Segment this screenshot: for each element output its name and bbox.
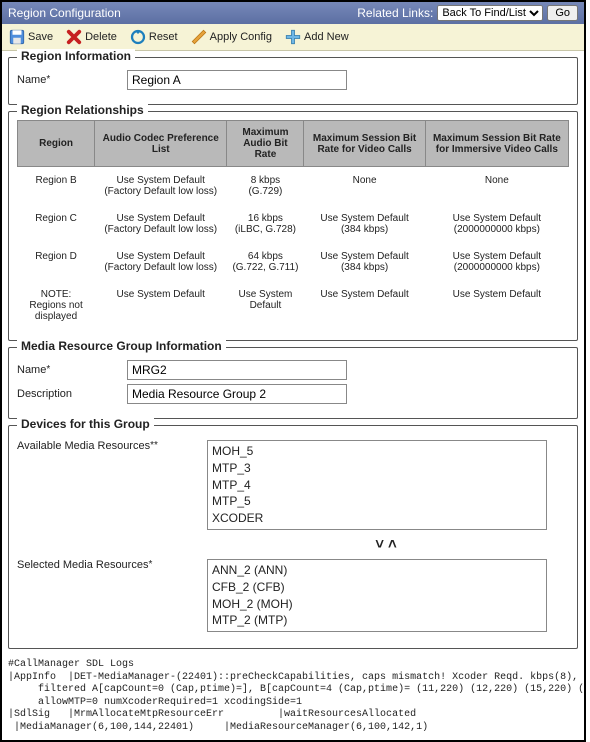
region-name-label: Name* — [17, 74, 127, 86]
reset-button[interactable]: Reset — [129, 28, 178, 46]
delete-button[interactable]: Delete — [65, 28, 117, 46]
mrg-legend: Media Resource Group Information — [17, 339, 226, 353]
table-row: Region CUse System Default(Factory Defau… — [18, 205, 569, 243]
region-relationships-fieldset: Region Relationships Region Audio Codec … — [8, 111, 578, 341]
add-new-icon — [284, 28, 302, 46]
reset-icon — [129, 28, 147, 46]
title-bar: Region Configuration Related Links: Back… — [2, 2, 584, 24]
col-video-bit: Maximum Session Bit Rate for Video Calls — [304, 121, 425, 167]
list-item[interactable]: MOH_5 — [212, 443, 542, 460]
selected-media-resources-list[interactable]: ANN_2 (ANN)CFB_2 (CFB)MOH_2 (MOH)MTP_2 (… — [207, 559, 547, 632]
available-media-resources-list[interactable]: MOH_5MTP_3MTP_4MTP_5XCODER — [207, 440, 547, 530]
page-title: Region Configuration — [8, 6, 121, 20]
list-item[interactable]: MTP_4 — [212, 477, 542, 494]
list-item[interactable]: MTP_5 — [212, 493, 542, 510]
apply-config-button[interactable]: Apply Config — [190, 28, 272, 46]
mrg-fieldset: Media Resource Group Information Name* D… — [8, 347, 578, 419]
region-name-input[interactable] — [127, 70, 347, 90]
delete-icon — [65, 28, 83, 46]
mrg-name-input[interactable] — [127, 360, 347, 380]
related-links-label: Related Links: — [357, 6, 433, 20]
apply-config-icon — [190, 28, 208, 46]
add-new-button[interactable]: Add New — [284, 28, 349, 46]
move-arrows[interactable]: ˅˄ — [207, 536, 569, 553]
mrg-name-label: Name* — [17, 364, 127, 376]
sdl-logs: #CallManager SDL Logs |AppInfo |DET-Medi… — [2, 655, 584, 740]
list-item[interactable]: MTP_2 (MTP) — [212, 612, 542, 629]
col-codec: Audio Codec Preference List — [95, 121, 227, 167]
toolbar: Save Delete Reset Apply Config Add New — [2, 24, 584, 51]
region-info-legend: Region Information — [17, 49, 135, 63]
table-row: Region DUse System Default(Factory Defau… — [18, 243, 569, 281]
mrg-desc-input[interactable] — [127, 384, 347, 404]
save-button[interactable]: Save — [8, 28, 53, 46]
table-row: Region BUse System Default(Factory Defau… — [18, 167, 569, 206]
list-item[interactable]: ANN_2 (ANN) — [212, 562, 542, 579]
available-label: Available Media Resources** — [17, 440, 207, 452]
down-arrow-icon[interactable]: ˅ — [375, 536, 388, 553]
col-audio-bit: Maximum Audio Bit Rate — [227, 121, 304, 167]
table-note-row: NOTE: Regions not displayedUse System De… — [18, 281, 569, 330]
save-icon — [8, 28, 26, 46]
col-region: Region — [18, 121, 95, 167]
devices-legend: Devices for this Group — [17, 417, 154, 431]
related-links-select[interactable]: Back To Find/List — [437, 5, 543, 21]
selected-label: Selected Media Resources* — [17, 559, 207, 571]
list-item[interactable]: CFB_2 (CFB) — [212, 579, 542, 596]
mrg-desc-label: Description — [17, 388, 127, 400]
list-item[interactable]: MTP_3 — [212, 460, 542, 477]
region-rel-legend: Region Relationships — [17, 103, 148, 117]
region-relationships-table: Region Audio Codec Preference List Maxim… — [17, 120, 569, 330]
list-item[interactable]: MOH_2 (MOH) — [212, 596, 542, 613]
col-immersive-bit: Maximum Session Bit Rate for Immersive V… — [425, 121, 568, 167]
go-button[interactable]: Go — [547, 5, 578, 21]
region-information-fieldset: Region Information Name* — [8, 57, 578, 105]
up-arrow-icon[interactable]: ˄ — [388, 536, 401, 553]
devices-fieldset: Devices for this Group Available Media R… — [8, 425, 578, 649]
list-item[interactable]: XCODER — [212, 510, 542, 527]
